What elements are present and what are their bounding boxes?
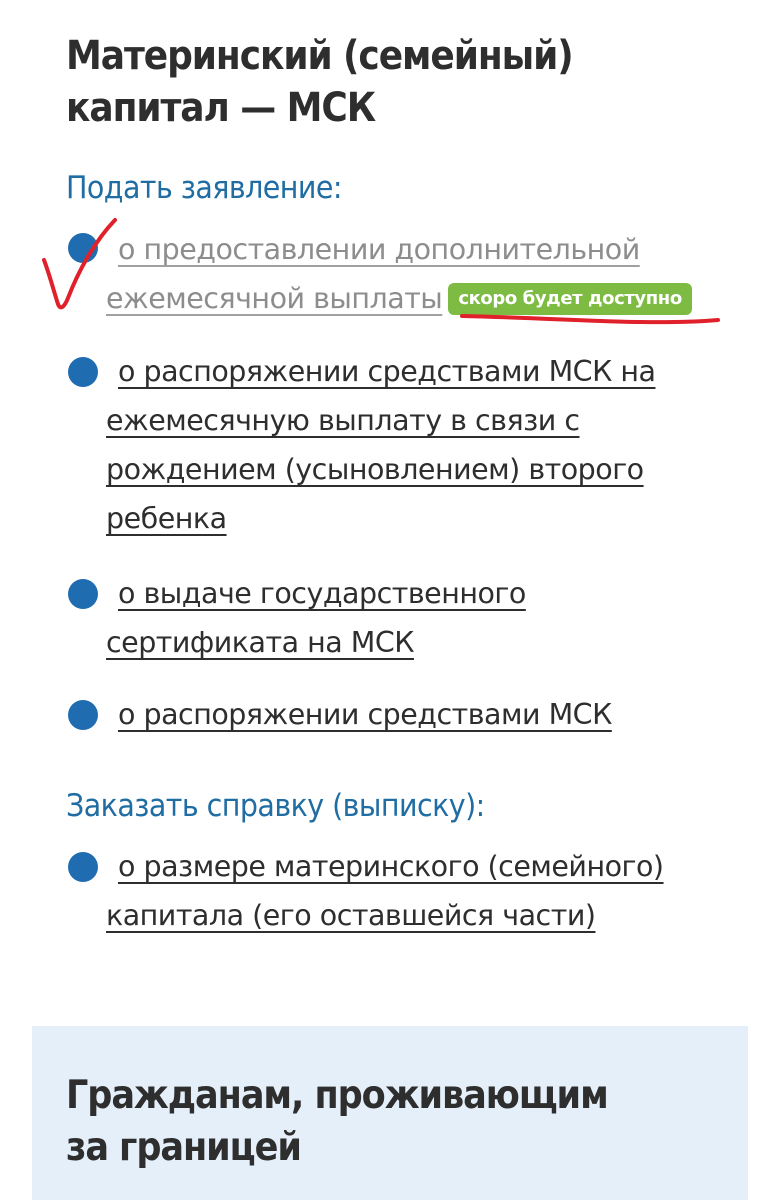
bullet-icon [68,357,98,387]
bullet-icon [68,852,98,882]
bullet-icon [68,700,98,730]
coming-soon-badge: скоро будет доступно [448,283,692,315]
list-item-capital-disposal: о распоряжении средствами МСК [66,690,706,739]
citizens-abroad-card[interactable]: Гражданам, проживающим за границей [32,1026,748,1200]
bullet-icon [68,579,98,609]
link-capital-amount-statement[interactable]: о размере материнского (семейного) капит… [106,842,706,940]
list-item-state-certificate: о выдаче государственного сертификата на… [66,569,706,667]
link-additional-monthly-payment[interactable]: о предоставлении дополнительной ежемесяч… [106,225,706,323]
apply-section-title: Подать заявление: [66,170,342,206]
link-state-certificate[interactable]: о выдаче государственного сертификата на… [106,569,706,667]
list-item-monthly-payment-second-child: о распоряжении средствами МСК на ежемеся… [66,347,706,543]
page-title: Материнский (семейный) капитал — МСК [66,33,574,131]
link-capital-disposal[interactable]: о распоряжении средствами МСК [106,690,706,739]
bullet-icon [68,233,98,263]
link-monthly-payment-second-child[interactable]: о распоряжении средствами МСК на ежемеся… [106,347,706,543]
citizens-abroad-title: Гражданам, проживающим за границей [66,1073,609,1170]
list-item-capital-amount-statement: о размере материнского (семейного) капит… [66,842,706,940]
list-item-additional-monthly-payment: о предоставлении дополнительной ежемесяч… [66,225,706,323]
order-section-title: Заказать справку (выписку): [66,788,485,824]
